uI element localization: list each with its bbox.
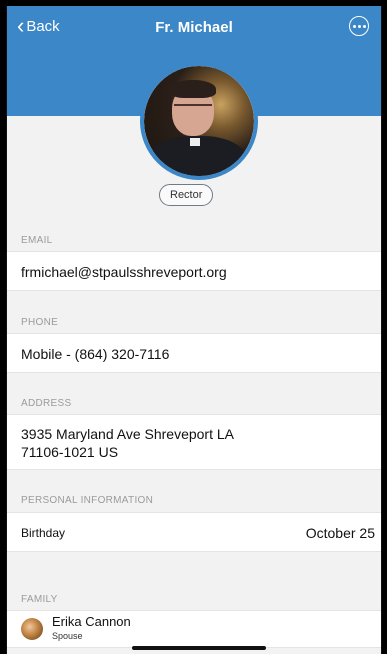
- phone-section-label: PHONE: [21, 317, 59, 328]
- role-badge: Rector: [159, 184, 214, 206]
- dot-icon: [357, 24, 361, 28]
- profile-screen: ‹ Back Fr. Michael Rector EMAIL frmichae…: [6, 6, 382, 654]
- family-member-name: Erika Cannon: [52, 614, 131, 629]
- email-value: frmichael@stpaulsshreveport.org: [21, 264, 227, 280]
- home-indicator: [132, 646, 266, 650]
- address-line2: 71106-1021 US: [21, 444, 119, 460]
- personal-section-label: PERSONAL INFORMATION: [21, 495, 154, 506]
- address-section-label: ADDRESS: [21, 398, 72, 409]
- dot-icon: [362, 24, 366, 28]
- email-row[interactable]: frmichael@stpaulsshreveport.org: [7, 251, 381, 291]
- email-section-label: EMAIL: [21, 235, 53, 246]
- more-options-button[interactable]: [349, 16, 369, 36]
- address-row[interactable]: 3935 Maryland Ave Shreveport LA 71106-10…: [7, 414, 381, 470]
- family-avatar: [21, 618, 43, 640]
- family-member-relation: Spouse: [52, 631, 83, 641]
- page-title: Fr. Michael: [155, 19, 233, 36]
- avatar-glasses: [174, 104, 212, 113]
- family-section-label: FAMILY: [21, 594, 58, 605]
- avatar-photo: [144, 66, 254, 176]
- phone-value: Mobile - (864) 320-7116: [21, 346, 170, 362]
- address-line1: 3935 Maryland Ave Shreveport LA: [21, 426, 234, 442]
- avatar-hair: [170, 80, 216, 98]
- phone-row[interactable]: Mobile - (864) 320-7116: [7, 333, 381, 373]
- profile-avatar: [140, 62, 258, 180]
- dot-icon: [352, 24, 356, 28]
- birthday-value: October 25: [305, 525, 375, 541]
- birthday-label: Birthday: [21, 526, 66, 540]
- avatar-collar: [190, 138, 200, 146]
- family-member-row[interactable]: Erika Cannon Spouse: [7, 610, 381, 648]
- birthday-row: Birthday October 25: [7, 512, 381, 552]
